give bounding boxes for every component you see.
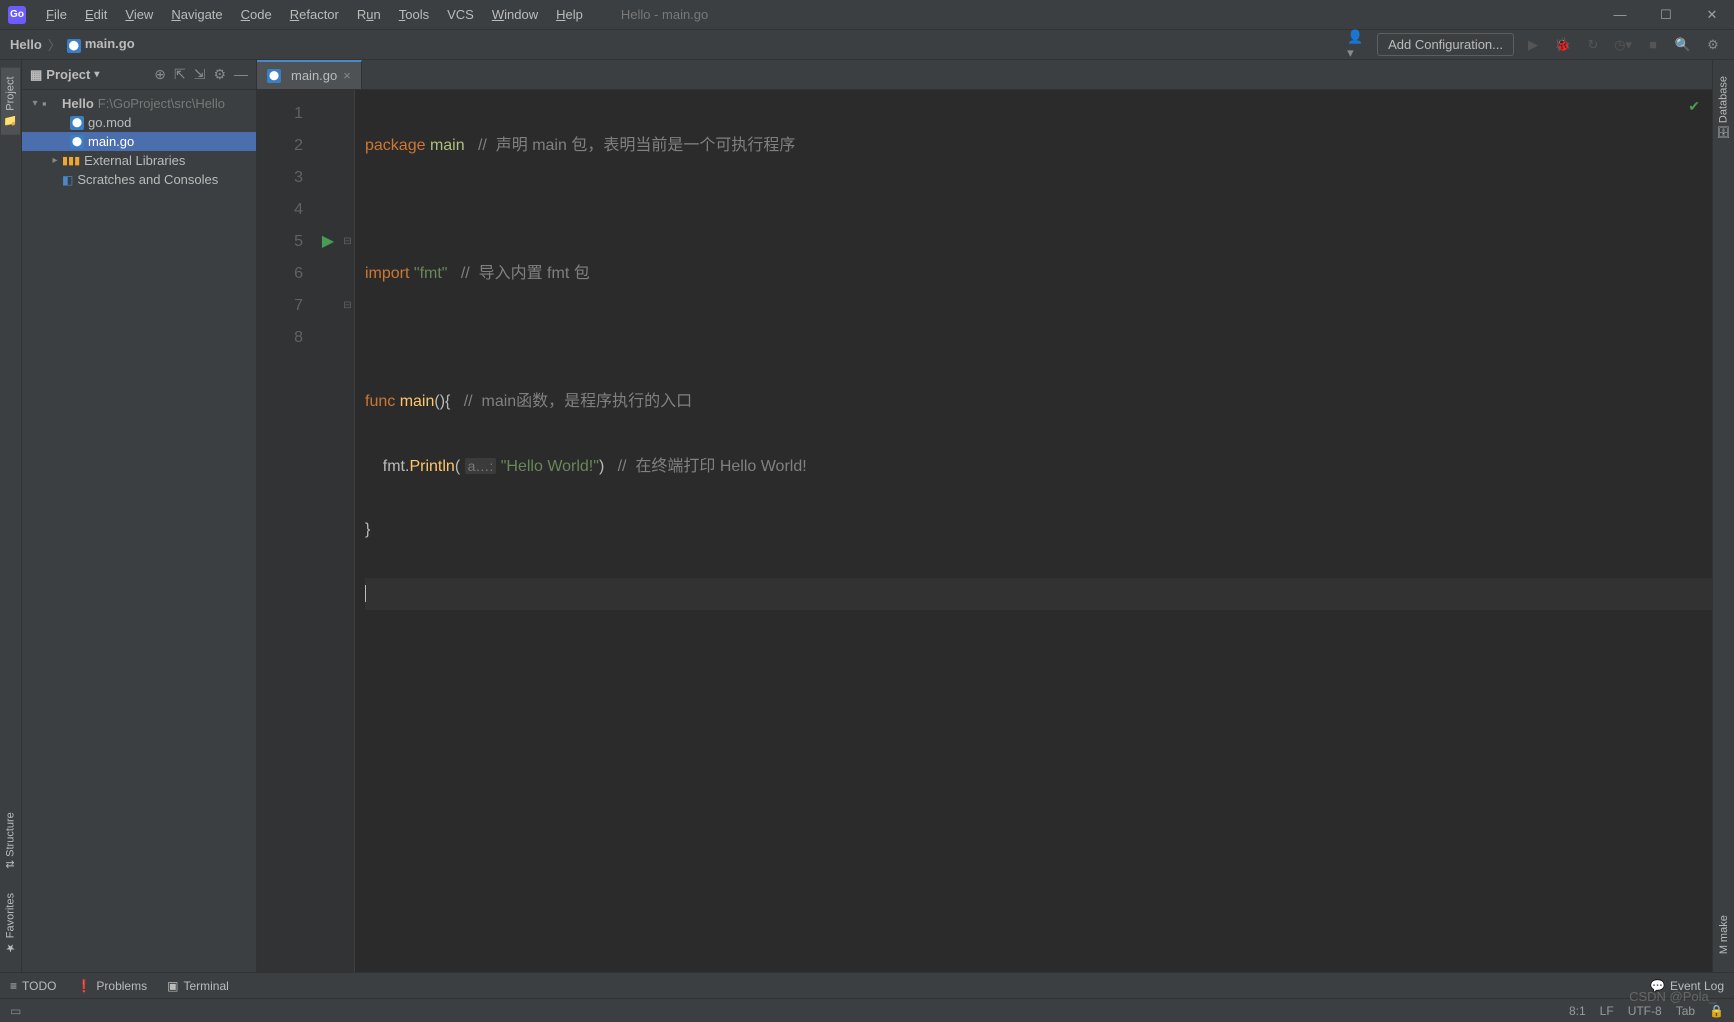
menu-file[interactable]: File	[38, 3, 75, 26]
window-title: Hello - main.go	[621, 7, 708, 22]
project-panel-header: ▦Project▾ ⊕ ⇱ ⇲ ⚙ —	[22, 60, 256, 90]
editor: ⬤ main.go × ✔ 1 2 3 4 5 6 7 8 ▶	[257, 60, 1712, 972]
breadcrumb: Hello 〉 ⬤main.go	[10, 35, 135, 54]
status-indent[interactable]: Tab	[1676, 1004, 1695, 1018]
navigation-bar: Hello 〉 ⬤main.go 👤▾ Add Configuration...…	[0, 30, 1734, 60]
fold-column: ⊟ ⊟	[341, 90, 355, 972]
tree-file-gomod[interactable]: ⬤go.mod	[22, 113, 256, 132]
status-position[interactable]: 8:1	[1569, 1004, 1586, 1018]
stop-icon[interactable]: ■	[1642, 34, 1664, 56]
problems-icon: ❗	[76, 979, 91, 993]
menu-help[interactable]: Help	[548, 3, 591, 26]
gutter-icons: ▶	[315, 90, 341, 972]
run-gutter-icon[interactable]: ▶	[322, 226, 334, 258]
menu-run[interactable]: Run	[349, 3, 389, 26]
status-lock-icon[interactable]: 🔒	[1709, 1004, 1724, 1018]
scratches-icon: ◧	[62, 173, 73, 187]
status-bar: ▭ 8:1 LF UTF-8 Tab 🔒	[0, 998, 1734, 1022]
tree-scratches[interactable]: ◧Scratches and Consoles	[22, 170, 256, 189]
title-bar: Go File Edit View Navigate Code Refactor…	[0, 0, 1734, 30]
profile-icon[interactable]: ◷▾	[1612, 34, 1634, 56]
right-tool-rail: 🗄Database Mmake	[1712, 60, 1734, 972]
close-button[interactable]: ✕	[1698, 5, 1726, 25]
rail-structure-tab[interactable]: ⇅Structure	[1, 804, 20, 877]
rail-database-tab[interactable]: 🗄Database	[1714, 68, 1733, 148]
problems-tool[interactable]: ❗Problems	[76, 979, 147, 993]
status-encoding[interactable]: UTF-8	[1628, 1004, 1662, 1018]
breadcrumb-separator: 〉	[48, 35, 61, 54]
maximize-button[interactable]: ☐	[1652, 5, 1680, 25]
editor-tab-maingo[interactable]: ⬤ main.go ×	[257, 60, 362, 89]
go-file-icon: ⬤	[267, 69, 281, 83]
select-opened-file-icon[interactable]: ⊕	[154, 66, 166, 83]
bottom-tool-bar: ≡TODO ❗Problems ▣Terminal 💬Event Log	[0, 972, 1734, 998]
menu-tools[interactable]: Tools	[391, 3, 437, 26]
hide-panel-icon[interactable]: —	[234, 66, 248, 83]
go-file-icon: ⬤	[70, 135, 84, 149]
menu-view[interactable]: View	[117, 3, 161, 26]
code-area[interactable]: package main // 声明 main 包，表明当前是一个可执行程序 i…	[355, 90, 1712, 972]
tree-file-maingo[interactable]: ⬤main.go	[22, 132, 256, 151]
add-configuration-button[interactable]: Add Configuration...	[1377, 33, 1514, 56]
line-number-gutter: 1 2 3 4 5 6 7 8	[257, 90, 315, 972]
search-icon[interactable]: 🔍	[1672, 34, 1694, 56]
library-icon: ▮▮▮	[62, 154, 80, 167]
main-area: 📁Project ⇅Structure ★Favorites ▦Project▾…	[0, 60, 1734, 972]
rail-project-tab[interactable]: 📁Project	[1, 68, 20, 135]
todo-tool[interactable]: ≡TODO	[10, 979, 56, 993]
editor-tabs: ⬤ main.go ×	[257, 60, 1712, 90]
collapse-all-icon[interactable]: ⇲	[194, 66, 206, 83]
status-left-icon[interactable]: ▭	[10, 1004, 21, 1018]
panel-settings-icon[interactable]: ⚙	[213, 66, 226, 83]
terminal-tool[interactable]: ▣Terminal	[167, 979, 229, 993]
tab-label: main.go	[291, 68, 337, 83]
rail-make-tab[interactable]: Mmake	[1715, 907, 1733, 962]
inspection-ok-icon: ✔	[1688, 98, 1700, 115]
project-tree: ▾▪ Hello F:\GoProject\src\Hello ⬤go.mod …	[22, 90, 256, 193]
fold-icon[interactable]: ⊟	[343, 226, 351, 258]
minimize-button[interactable]: —	[1606, 5, 1634, 25]
tree-external-libraries[interactable]: ▸▮▮▮External Libraries	[22, 151, 256, 170]
close-tab-icon[interactable]: ×	[343, 68, 351, 83]
terminal-icon: ▣	[167, 979, 178, 993]
todo-icon: ≡	[10, 979, 17, 993]
fold-end-icon[interactable]: ⊟	[343, 290, 351, 322]
event-log-tool[interactable]: 💬Event Log	[1650, 979, 1724, 993]
settings-icon[interactable]: ⚙	[1702, 34, 1724, 56]
rail-favorites-tab[interactable]: ★Favorites	[1, 885, 20, 962]
menu-navigate[interactable]: Navigate	[163, 3, 230, 26]
app-icon: Go	[8, 6, 26, 24]
go-file-icon: ⬤	[70, 116, 84, 130]
status-eol[interactable]: LF	[1600, 1004, 1614, 1018]
text-caret	[365, 585, 370, 602]
editor-body[interactable]: ✔ 1 2 3 4 5 6 7 8 ▶ ⊟ ⊟	[257, 90, 1712, 972]
left-tool-rail: 📁Project ⇅Structure ★Favorites	[0, 60, 22, 972]
menu-bar: File Edit View Navigate Code Refactor Ru…	[38, 3, 591, 26]
menu-edit[interactable]: Edit	[77, 3, 115, 26]
menu-window[interactable]: Window	[484, 3, 546, 26]
users-icon[interactable]: 👤▾	[1347, 34, 1369, 56]
tree-root[interactable]: ▾▪ Hello F:\GoProject\src\Hello	[22, 94, 256, 113]
go-file-icon: ⬤	[67, 39, 81, 53]
coverage-icon[interactable]: ↻	[1582, 34, 1604, 56]
expand-all-icon[interactable]: ⇱	[174, 66, 186, 83]
menu-vcs[interactable]: VCS	[439, 3, 482, 26]
window-controls: — ☐ ✕	[1606, 5, 1726, 25]
debug-icon[interactable]: 🐞	[1552, 34, 1574, 56]
menu-refactor[interactable]: Refactor	[282, 3, 347, 26]
project-panel: ▦Project▾ ⊕ ⇱ ⇲ ⚙ — ▾▪ Hello F:\GoProjec…	[22, 60, 257, 972]
event-log-icon: 💬	[1650, 979, 1665, 993]
breadcrumb-project[interactable]: Hello	[10, 37, 42, 52]
run-icon[interactable]: ▶	[1522, 34, 1544, 56]
menu-code[interactable]: Code	[233, 3, 280, 26]
breadcrumb-file[interactable]: ⬤main.go	[67, 36, 135, 53]
project-panel-title[interactable]: ▦Project▾	[30, 67, 99, 83]
